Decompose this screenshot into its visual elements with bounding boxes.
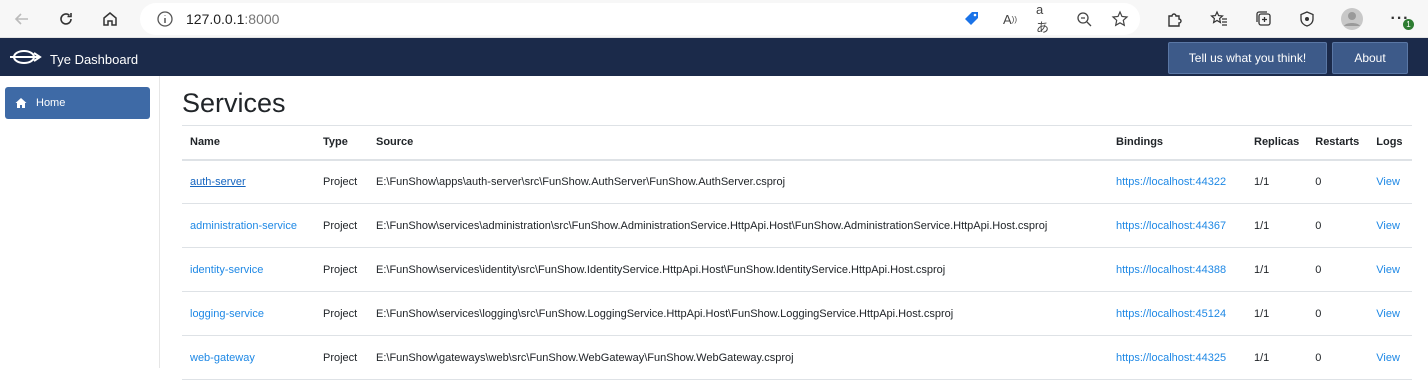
- view-logs-link[interactable]: View: [1376, 220, 1400, 232]
- tye-logo-icon: [10, 47, 46, 72]
- tag-icon[interactable]: [962, 10, 982, 28]
- col-type: Type: [315, 125, 368, 161]
- replicas-value: 1/1: [1246, 291, 1308, 336]
- translate-icon[interactable]: aあ: [1036, 2, 1056, 35]
- home-icon: [15, 98, 27, 108]
- address-bar[interactable]: 127.0.0.1:8000 A)) aあ: [140, 2, 1140, 35]
- binding-link[interactable]: https://localhost:44325: [1116, 352, 1226, 364]
- restarts-value: 0: [1307, 291, 1369, 336]
- view-logs-link[interactable]: View: [1376, 264, 1400, 276]
- shield-icon[interactable]: [1293, 5, 1321, 33]
- col-source: Source: [368, 125, 1108, 161]
- col-name: Name: [182, 125, 315, 161]
- binding-link[interactable]: https://localhost:44322: [1116, 176, 1226, 188]
- replicas-value: 1/1: [1246, 159, 1308, 204]
- replicas-value: 1/1: [1246, 247, 1308, 292]
- service-name-link[interactable]: administration-service: [190, 220, 297, 232]
- service-source: E:\FunShow\gateways\web\src\FunShow.WebG…: [368, 335, 1108, 380]
- feedback-button[interactable]: Tell us what you think!: [1168, 42, 1327, 74]
- table-row: auth-server Project E:\FunShow\apps\auth…: [182, 159, 1412, 204]
- sidebar-item-home[interactable]: Home: [5, 87, 150, 119]
- service-type: Project: [315, 203, 368, 248]
- restarts-value: 0: [1307, 203, 1369, 248]
- services-table: Name Type Source Bindings Replicas Resta…: [182, 125, 1412, 380]
- col-replicas: Replicas: [1246, 125, 1308, 161]
- service-type: Project: [315, 335, 368, 380]
- col-bindings: Bindings: [1108, 125, 1246, 161]
- service-name-link[interactable]: logging-service: [190, 308, 264, 320]
- table-row: web-gateway Project E:\FunShow\gateways\…: [182, 335, 1412, 380]
- binding-link[interactable]: https://localhost:45124: [1116, 308, 1226, 320]
- service-source: E:\FunShow\services\administration\src\F…: [368, 203, 1108, 248]
- service-source: E:\FunShow\services\identity\src\FunShow…: [368, 247, 1108, 292]
- home-page-icon[interactable]: [96, 5, 124, 33]
- binding-link[interactable]: https://localhost:44367: [1116, 220, 1226, 232]
- view-logs-link[interactable]: View: [1376, 308, 1400, 320]
- back-icon[interactable]: [8, 5, 36, 33]
- restarts-value: 0: [1307, 159, 1369, 204]
- notification-badge: 1: [1403, 19, 1414, 30]
- sidebar: Home: [0, 76, 160, 368]
- service-type: Project: [315, 159, 368, 204]
- binding-link[interactable]: https://localhost:44388: [1116, 264, 1226, 276]
- view-logs-link[interactable]: View: [1376, 352, 1400, 364]
- replicas-value: 1/1: [1246, 203, 1308, 248]
- service-name-link[interactable]: identity-service: [190, 264, 263, 276]
- table-header-row: Name Type Source Bindings Replicas Resta…: [182, 125, 1412, 161]
- page-title: Services: [182, 88, 286, 118]
- service-source: E:\FunShow\services\logging\src\FunShow.…: [368, 291, 1108, 336]
- collections-icon[interactable]: [1250, 5, 1278, 33]
- replicas-value: 1/1: [1246, 335, 1308, 380]
- extensions-icon[interactable]: [1160, 5, 1188, 33]
- table-row: administration-service Project E:\FunSho…: [182, 203, 1412, 248]
- service-name-link[interactable]: web-gateway: [190, 352, 255, 364]
- restarts-value: 0: [1307, 335, 1369, 380]
- col-logs: Logs: [1368, 125, 1412, 161]
- col-restarts: Restarts: [1307, 125, 1369, 161]
- browser-toolbar: 127.0.0.1:8000 A)) aあ ··· 1: [0, 0, 1428, 38]
- service-name-link[interactable]: auth-server: [190, 176, 246, 188]
- about-button[interactable]: About: [1332, 42, 1408, 74]
- url-text: 127.0.0.1:8000: [186, 11, 280, 27]
- table-row: identity-service Project E:\FunShow\serv…: [182, 247, 1412, 292]
- service-type: Project: [315, 247, 368, 292]
- settings-more-icon[interactable]: ··· 1: [1386, 5, 1414, 33]
- service-type: Project: [315, 291, 368, 336]
- refresh-icon[interactable]: [52, 5, 80, 33]
- restarts-value: 0: [1307, 247, 1369, 292]
- read-aloud-icon[interactable]: A)): [1000, 10, 1020, 28]
- view-logs-link[interactable]: View: [1376, 176, 1400, 188]
- favorites-icon[interactable]: [1205, 5, 1233, 33]
- site-info-icon[interactable]: [156, 10, 174, 33]
- favorite-add-icon[interactable]: [1110, 10, 1130, 28]
- profile-avatar-icon[interactable]: [1338, 5, 1366, 33]
- sidebar-item-label: Home: [36, 97, 66, 109]
- service-source: E:\FunShow\apps\auth-server\src\FunShow.…: [368, 159, 1108, 204]
- table-row: logging-service Project E:\FunShow\servi…: [182, 291, 1412, 336]
- brand-title: Tye Dashboard: [50, 52, 139, 67]
- brand[interactable]: Tye Dashboard: [10, 47, 138, 72]
- zoom-out-icon[interactable]: [1074, 10, 1094, 28]
